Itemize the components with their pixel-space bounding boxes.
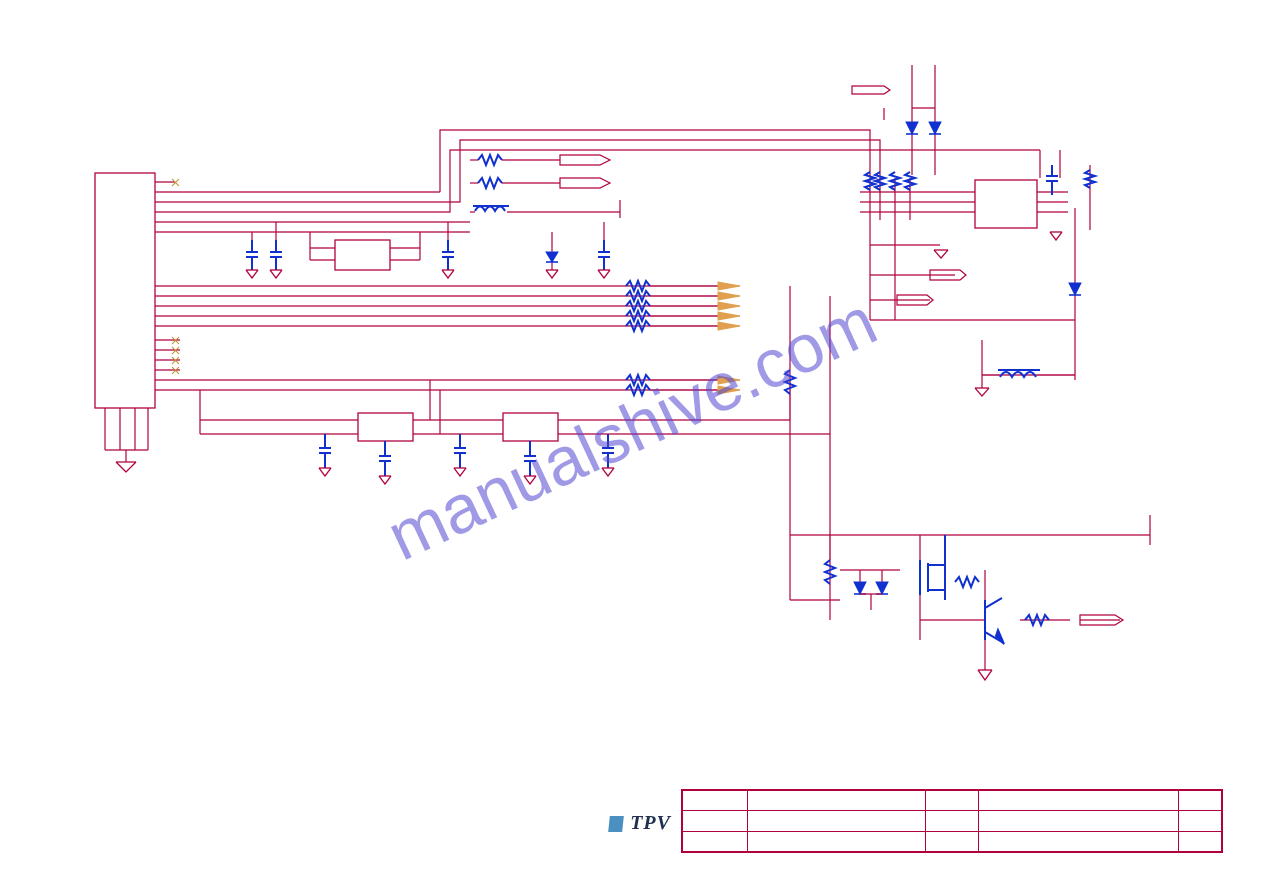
connector-j1 — [95, 173, 155, 408]
tb-r1c5 — [1178, 791, 1221, 811]
cap-taps — [252, 222, 604, 240]
tb-r3c2 — [747, 831, 925, 851]
mosfet-q1 — [920, 535, 945, 600]
caps-row-2 — [319, 434, 614, 476]
bottom-right-circuit — [790, 515, 1150, 670]
netflag-top-2 — [560, 178, 610, 188]
u1-wires — [310, 232, 420, 260]
connector-ground-stubs — [105, 408, 148, 462]
ic-u3 — [503, 413, 558, 441]
tb-r2c1 — [683, 811, 748, 831]
tb-r1c4 — [979, 791, 1178, 811]
long-bus-top — [440, 130, 900, 232]
tb-r3c5 — [1178, 831, 1221, 851]
tb-r1c2 — [747, 791, 925, 811]
bus-arrows-lower — [718, 376, 740, 394]
tb-r3c4 — [979, 831, 1178, 851]
tb-r1c3 — [925, 791, 979, 811]
gnd-tr1 — [934, 250, 948, 258]
tpv-logo: TPV — [609, 812, 671, 835]
cap-u4 — [1046, 165, 1058, 195]
tb-r2c5 — [1178, 811, 1221, 831]
bus-arrows — [718, 282, 740, 330]
gnd-row-2 — [319, 468, 614, 484]
gnd-tr2 — [1050, 232, 1062, 240]
gnd-l1 — [975, 388, 989, 396]
inductor-l1 — [998, 370, 1040, 377]
diode-right — [1069, 283, 1081, 295]
gnd-connector — [116, 462, 136, 472]
netflag-vcc-in — [852, 86, 890, 94]
netflag-top-1 — [560, 155, 610, 165]
bjt-q2 — [985, 598, 1004, 644]
bus-wires-lower — [650, 380, 718, 390]
ferrite-bead-1 — [473, 206, 509, 211]
u2-u3-wires — [200, 380, 830, 434]
tb-r2c2 — [747, 811, 925, 831]
bus-resistors-lower — [626, 375, 650, 395]
tb-r3c1 — [683, 831, 748, 851]
title-block — [681, 789, 1223, 853]
pin-x-marks — [172, 179, 179, 374]
gnd-bottom — [978, 670, 992, 680]
tb-r1c1 — [683, 791, 748, 811]
ic-u4 — [975, 180, 1037, 228]
hres-bot — [955, 577, 1049, 625]
ic-u1 — [335, 240, 390, 270]
ic-u2 — [358, 413, 413, 441]
dual-diode-bottom — [840, 570, 900, 610]
top-diodes — [906, 122, 941, 134]
tpv-logo-glyph — [608, 816, 624, 832]
tpv-logo-text: TPV — [630, 812, 671, 834]
schematic-canvas — [0, 0, 1263, 893]
diode-mid — [546, 232, 558, 278]
bus-wires-mid — [650, 286, 718, 326]
tb-r3c3 — [925, 831, 979, 851]
resistor-group-top — [478, 155, 502, 188]
vert-bus-right — [790, 286, 830, 600]
tb-r2c4 — [979, 811, 1178, 831]
tb-r2c3 — [925, 811, 979, 831]
